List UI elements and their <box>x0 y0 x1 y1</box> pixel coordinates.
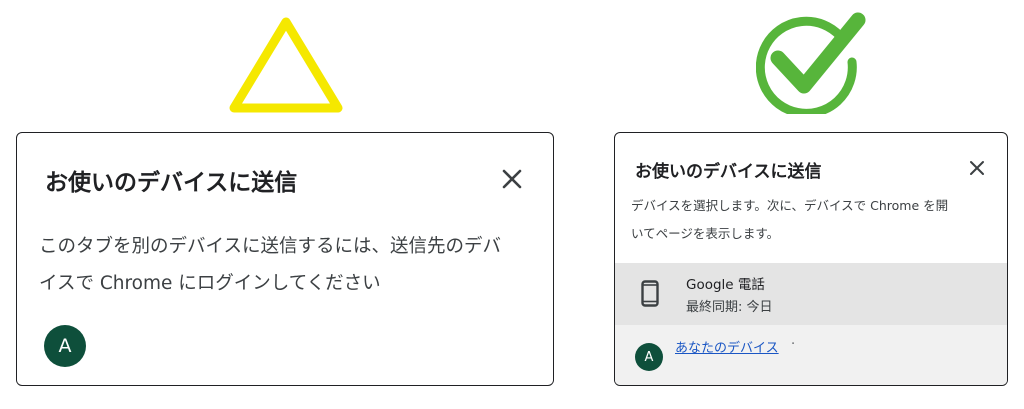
avatar[interactable]: A <box>635 343 663 371</box>
smartphone-icon <box>641 280 659 307</box>
dialog-footer: A あなたのデバイス · <box>615 325 1007 385</box>
dialog-title: お使いのデバイスに送信 <box>635 162 822 182</box>
dialog-message: デバイスを選択します。次に、デバイスで Chrome を開 いてページを表示しま… <box>631 192 993 248</box>
triangle-icon <box>229 17 343 113</box>
dialog-message-line: イスで Chrome にログインしてください <box>39 273 381 294</box>
avatar[interactable]: A <box>44 325 86 367</box>
dialog-message-line: このタブを別のデバイスに送信するには、送信先のデバ <box>39 236 501 257</box>
your-devices-link[interactable]: あなたのデバイス <box>675 337 779 356</box>
device-name: Google 電話 <box>686 277 765 293</box>
send-to-device-dialog-after: お使いのデバイスに送信 デバイスを選択します。次に、デバイスで Chrome を… <box>614 132 1008 386</box>
send-to-device-dialog-before: お使いのデバイスに送信 このタブを別のデバイスに送信するには、送信先のデバ イス… <box>16 132 554 386</box>
device-last-sync: 最終同期: 今日 <box>686 300 773 315</box>
separator-dot: · <box>791 337 796 352</box>
check-circle-icon <box>756 12 866 114</box>
dialog-message-line: デバイスを選択します。次に、デバイスで Chrome を開 <box>631 198 949 213</box>
dialog-message-line: いてページを表示します。 <box>631 226 780 241</box>
dialog-title: お使いのデバイスに送信 <box>45 170 298 196</box>
close-icon[interactable] <box>969 160 985 176</box>
close-icon[interactable] <box>501 168 523 190</box>
dialog-message: このタブを別のデバイスに送信するには、送信先のデバ イスで Chrome にログ… <box>39 228 533 302</box>
device-list-item[interactable]: Google 電話 最終同期: 今日 <box>615 263 1007 325</box>
